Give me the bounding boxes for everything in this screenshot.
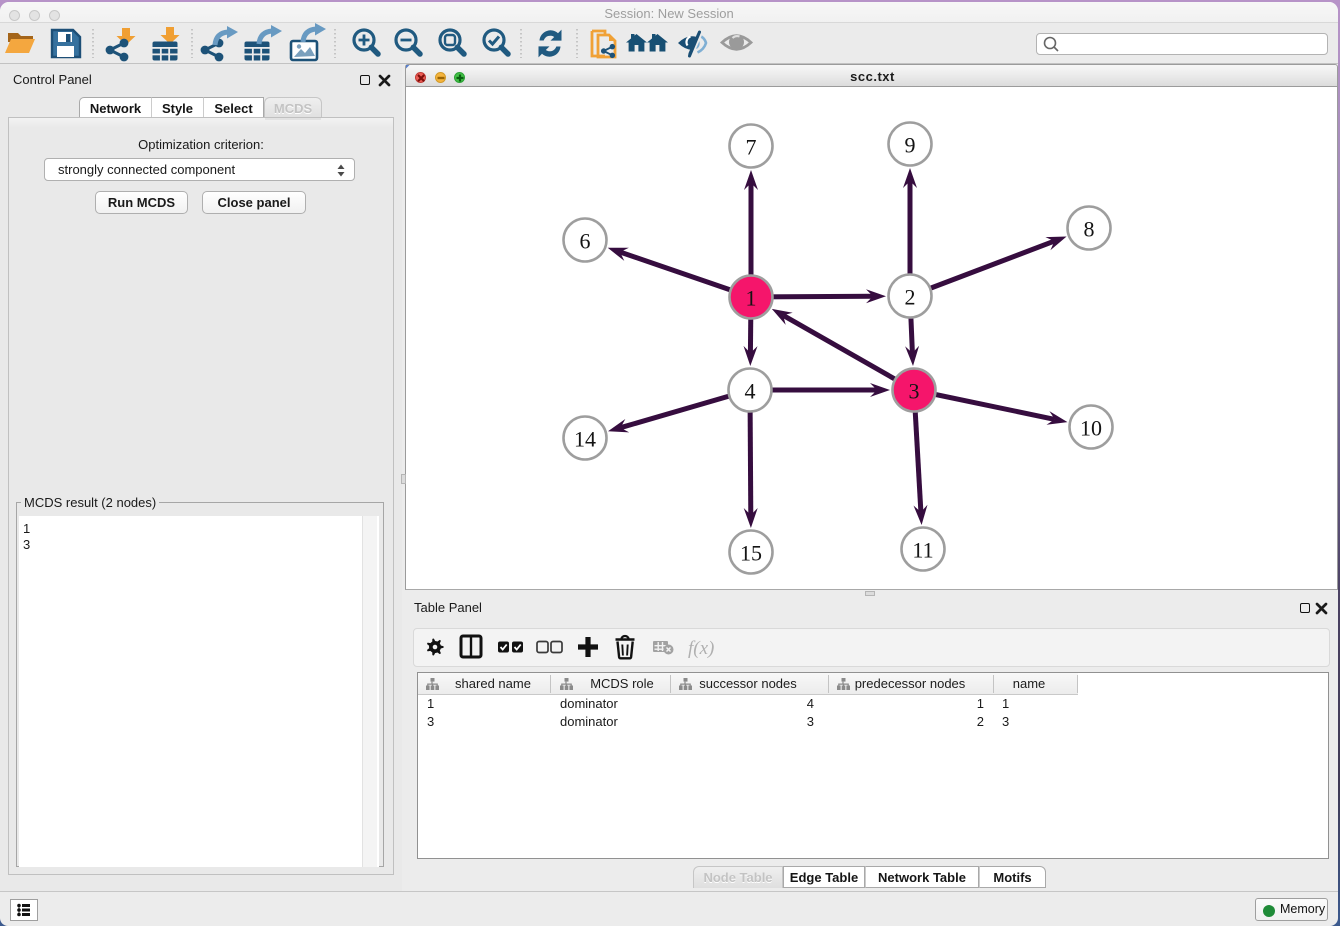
svg-text:9: 9	[905, 133, 916, 158]
svg-text:3: 3	[909, 379, 920, 404]
svg-text:4: 4	[745, 379, 756, 404]
svg-text:11: 11	[912, 538, 933, 563]
svg-text:14: 14	[574, 427, 596, 452]
svg-text:8: 8	[1084, 217, 1095, 242]
svg-text:1: 1	[746, 286, 757, 311]
svg-text:7: 7	[746, 135, 757, 160]
svg-text:10: 10	[1080, 416, 1102, 441]
svg-text:f(x): f(x)	[688, 638, 714, 659]
svg-text:6: 6	[580, 229, 591, 254]
svg-text:2: 2	[905, 285, 916, 310]
svg-text:15: 15	[740, 541, 762, 566]
